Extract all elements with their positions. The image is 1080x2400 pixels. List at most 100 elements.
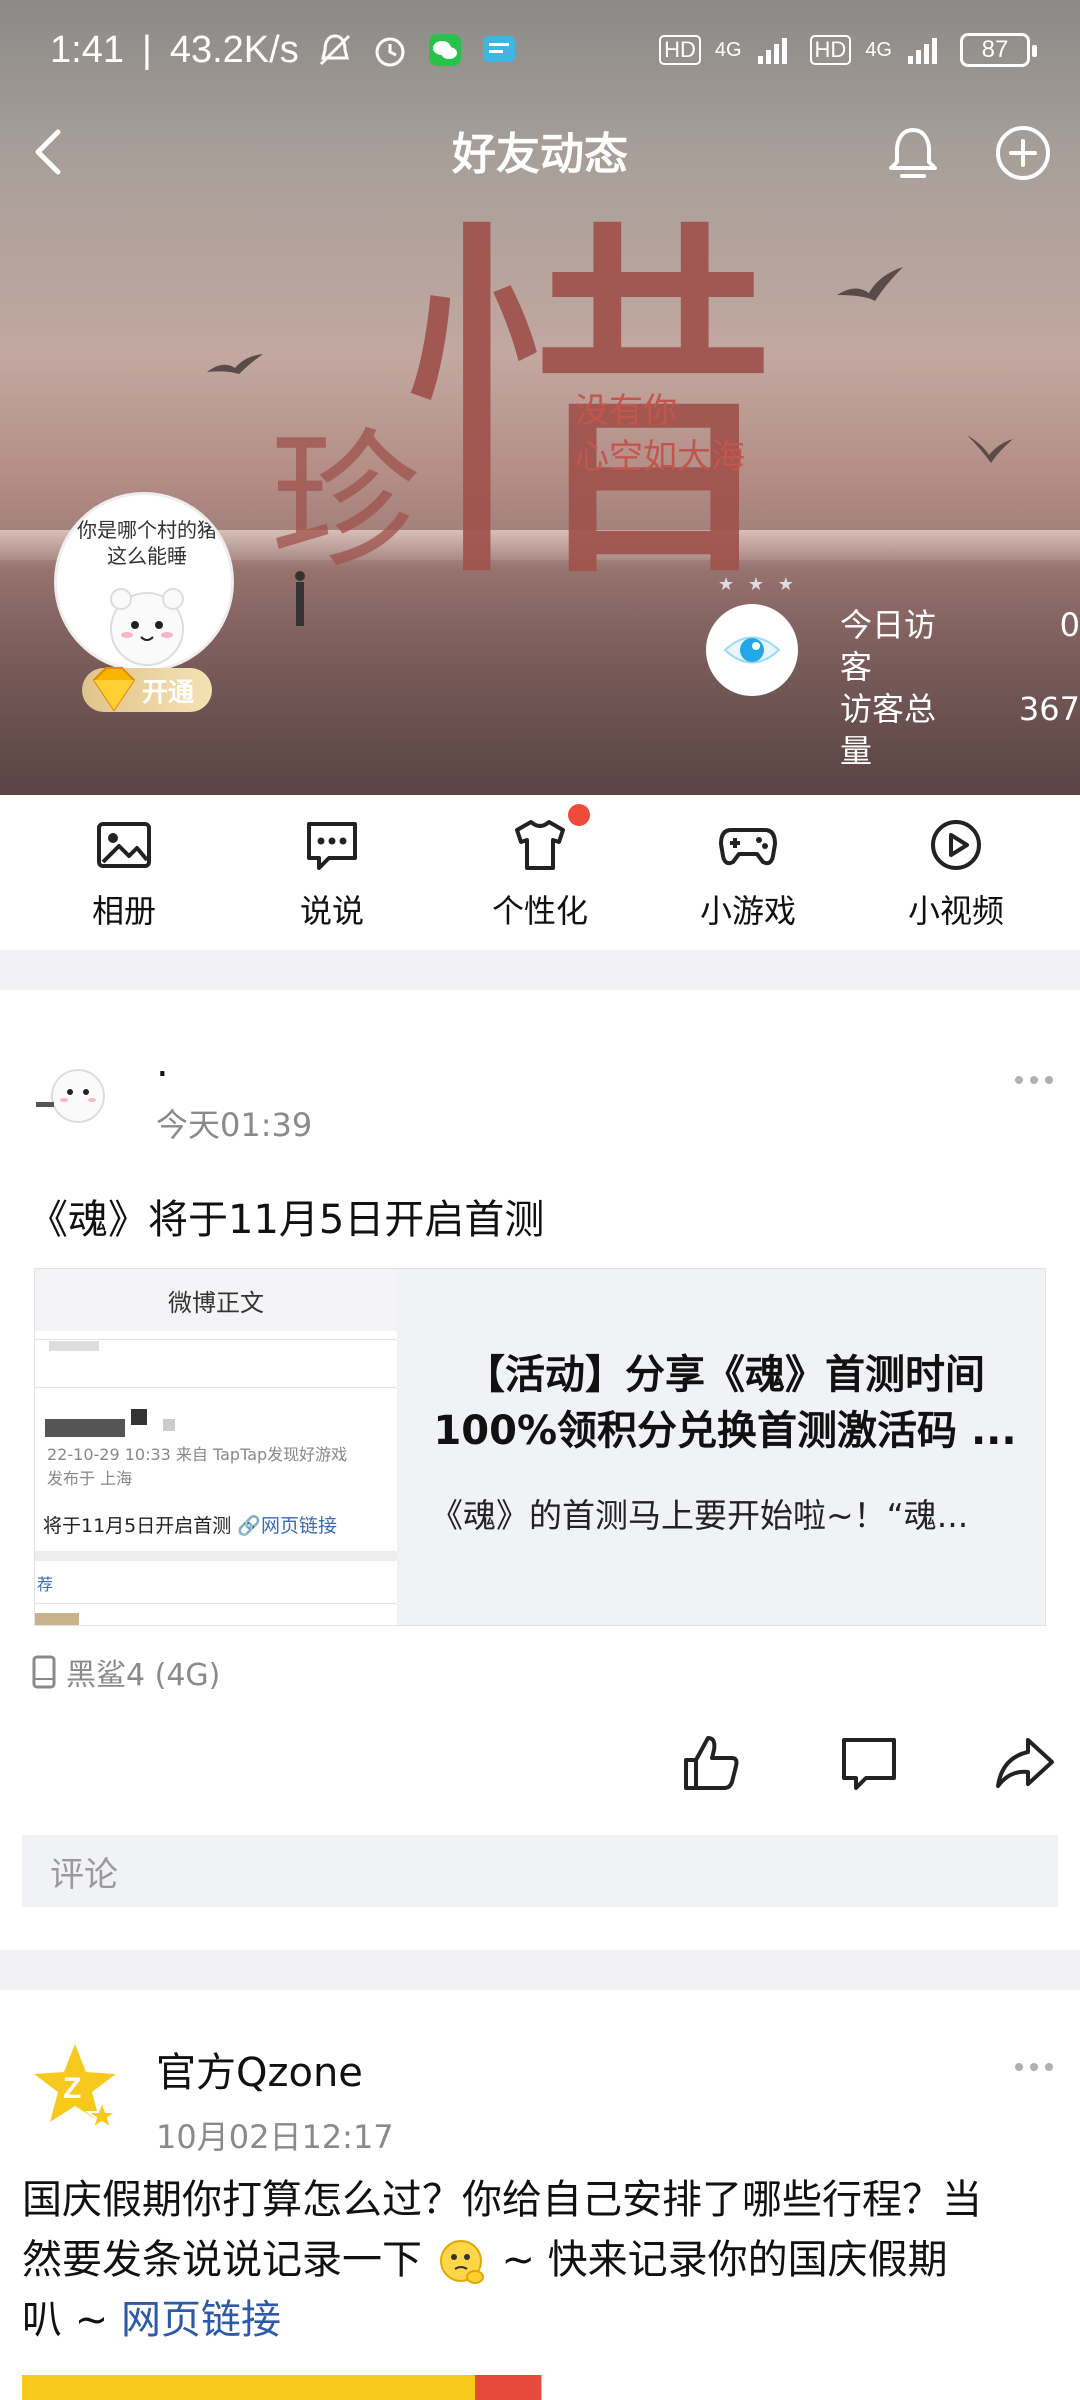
hd-label-2: HD	[809, 35, 852, 65]
share-title: 【活动】分享《魂》首测时间 100%领积分兑换首测激活码 ...	[415, 1347, 1035, 1459]
quick-item-videos[interactable]: 小视频	[866, 814, 1046, 932]
thumb-text: 将于11月5日开启首测	[43, 1515, 232, 1537]
diamond-icon	[92, 667, 136, 712]
thumb-meta-line2: 发布于 上海	[47, 1469, 133, 1488]
bird-icon	[967, 435, 1013, 463]
battery-icon: 87	[960, 33, 1037, 67]
post-header: Z 官方Qzone 10月02日12:17	[30, 2040, 394, 2158]
share-thumbnail: 微博正文 22-10-29 10:33 来自 TapTap发现好游戏 发布于 上…	[35, 1269, 397, 1625]
device-info: 黑鲨4 (4G)	[30, 1650, 220, 1694]
quick-access-bar: 相册 说说 个性化 小游戏 小视频	[0, 795, 1080, 950]
divider	[35, 1339, 397, 1340]
quick-label-videos: 小视频	[907, 891, 1004, 930]
status-speed: 43.2K/s	[169, 28, 299, 71]
add-icon[interactable]	[990, 120, 1056, 186]
thumb-recommend: 荐	[37, 1575, 54, 1594]
bell-muted-icon	[319, 34, 350, 66]
post-content-line2: 然要发条说说记录一下 ~ 快来记录你的国庆假期	[22, 2230, 982, 2290]
status-bar: 1:41 | 43.2K/s HD 4G HD 4G 87	[0, 0, 1080, 100]
thinking-emoji-icon	[439, 2240, 484, 2284]
feed-post: . 今天01:39 《魂》将于11月5日开启首测 微博正文 22-10-29 1…	[0, 990, 1080, 1950]
bear-cartoon-icon	[110, 588, 184, 666]
blurred-block	[49, 1341, 99, 1351]
post-image-banner[interactable]	[22, 2375, 542, 2400]
post-content: 《魂》将于11月5日开启首测	[28, 1197, 545, 1243]
thumb-link: 🔗网页链接	[237, 1515, 337, 1537]
quick-item-shuoshuo[interactable]: 说说	[242, 814, 422, 932]
post-time: 10月02日12:17	[156, 2118, 394, 2156]
svg-text:Z: Z	[63, 2072, 81, 2105]
post-author-avatar[interactable]	[30, 1040, 120, 1130]
qzone-logo-avatar[interactable]: Z	[30, 2040, 120, 2130]
bear-cartoon-icon	[30, 1040, 120, 1123]
shared-link-card[interactable]: 微博正文 22-10-29 10:33 来自 TapTap发现好游戏 发布于 上…	[34, 1268, 1046, 1626]
person-silhouette-icon	[295, 571, 305, 626]
post-content-line2-b: ~ 快来记录你的国庆假期	[501, 2237, 948, 2283]
more-options-icon[interactable]	[1014, 2062, 1054, 2072]
like-thumb-icon[interactable]	[678, 1730, 744, 1796]
battery-level: 87	[981, 36, 1009, 63]
avatar-text: 你是哪个村的猪 这么能睡	[77, 518, 217, 568]
comment-input[interactable]: 评论	[22, 1835, 1058, 1907]
chat-bubble-icon	[307, 821, 357, 870]
vip-label: 开通	[142, 677, 195, 708]
cover-caption-line1: 没有你	[575, 391, 677, 431]
post-content-line3: 叭 ~ 网页链接	[22, 2290, 982, 2350]
thumb-image-fragment	[35, 1613, 79, 1625]
web-link[interactable]: 网页链接	[121, 2297, 281, 2343]
post-content-line1: 国庆假期你打算怎么过？你给自己安排了哪些行程？当	[22, 2177, 982, 2223]
post-time: 今天01:39	[156, 1106, 313, 1144]
post-header: . 今天01:39	[30, 1040, 312, 1146]
user-avatar[interactable]: 你是哪个村的猪 这么能睡	[54, 492, 234, 672]
quick-item-personalize[interactable]: 个性化	[450, 803, 630, 932]
device-name: 黑鲨4 (4G)	[66, 1658, 221, 1693]
quick-label-shuoshuo: 说说	[299, 891, 364, 930]
bird-icon	[837, 267, 903, 301]
gamepad-icon	[719, 827, 777, 865]
post-content: 国庆假期你打算怎么过？你给自己安排了哪些行程？当 然要发条说说记录一下 ~ 快来…	[22, 2170, 982, 2350]
thumb-header: 微博正文	[35, 1269, 397, 1331]
vip-open-badge[interactable]: 开通	[82, 667, 212, 712]
post-author-name[interactable]: 官方Qzone	[156, 2040, 394, 2098]
comment-icon[interactable]	[836, 1730, 902, 1796]
bird-icon	[207, 354, 263, 374]
play-icon	[931, 819, 981, 870]
visitor-stats[interactable]: 今日访客 0 访客总量 367	[840, 604, 1080, 772]
net-label: 4G	[714, 38, 742, 61]
post-author-name[interactable]: .	[156, 1040, 312, 1086]
cover-caption: 没有你 心空如大海	[575, 388, 745, 480]
share-title-line2: 100%领积分兑换首测激活码 ...	[433, 1408, 1017, 1454]
quick-label-album: 相册	[91, 891, 156, 930]
wechat-icon	[428, 34, 461, 66]
message-app-icon	[482, 36, 515, 62]
share-description: 《魂》的首测马上要开始啦~！“魂...	[430, 1496, 969, 1535]
quick-item-album[interactable]: 相册	[34, 814, 214, 932]
thumb-text-line: 将于11月5日开启首测 🔗网页链接	[43, 1511, 337, 1538]
post-actions	[0, 1730, 1080, 1810]
today-visitors-value: 0	[1059, 606, 1080, 644]
quick-item-games[interactable]: 小游戏	[658, 814, 838, 932]
tshirt-icon	[515, 819, 565, 870]
blurred-block	[163, 1419, 175, 1431]
post-content-line2-a: 然要发条说说记录一下	[22, 2237, 422, 2283]
quick-label-personalize: 个性化	[491, 891, 588, 930]
today-visitors-label: 今日访客	[840, 606, 937, 686]
signal-icon-2	[908, 38, 937, 64]
blurred-block	[45, 1419, 125, 1437]
signal-icon	[757, 38, 787, 64]
visitor-eye-button[interactable]	[706, 604, 798, 696]
post-image-banner-accent	[475, 2375, 541, 2400]
back-arrow-icon[interactable]	[20, 122, 80, 182]
divider	[35, 1387, 397, 1388]
cover-banner[interactable]: 珍 惜 没有你 心空如大海 1:41 | 43.2K/s HD 4G HD 4G…	[0, 0, 1080, 795]
more-options-icon[interactable]	[1014, 1075, 1054, 1085]
feed-post: Z 官方Qzone 10月02日12:17 国庆假期你打算怎么过？你给自己安排了…	[0, 1990, 1080, 2400]
post-content-line3-a: 叭 ~	[22, 2297, 121, 2343]
notification-bell-icon[interactable]	[880, 120, 946, 186]
hd-label: HD	[659, 35, 701, 65]
share-forward-icon[interactable]	[992, 1730, 1058, 1796]
quick-label-games: 小游戏	[699, 891, 796, 930]
qzone-star-icon: Z	[34, 2044, 119, 2130]
stars-decoration: ★ ★ ★	[718, 574, 798, 595]
share-title-line1: 【活动】分享《魂》首测时间	[465, 1352, 985, 1398]
